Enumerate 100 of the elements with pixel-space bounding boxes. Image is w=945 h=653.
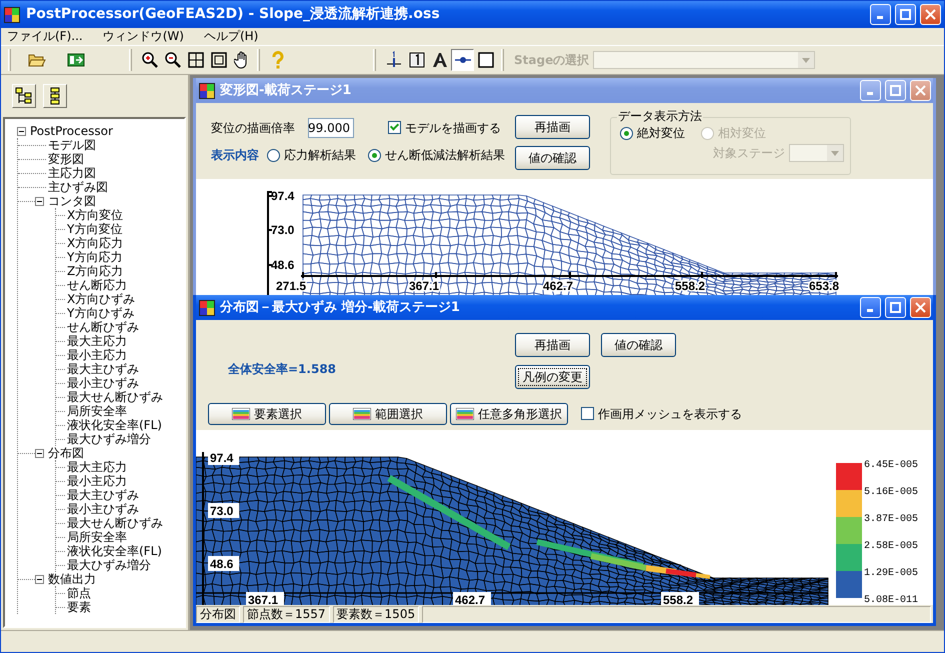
tree-item[interactable]: 最小主応力 xyxy=(65,348,129,362)
close-icon xyxy=(915,302,926,313)
action-button[interactable]: 凡例の変更 xyxy=(515,365,590,389)
tree-item[interactable]: Y方向ひずみ xyxy=(65,306,136,320)
tree-item[interactable]: 要素 xyxy=(65,600,93,614)
caret-icon xyxy=(798,52,814,68)
menu-item[interactable]: ヘルプ(H) xyxy=(204,29,258,44)
stack-icon xyxy=(48,87,62,105)
tree-item[interactable]: コンタ図 xyxy=(46,194,98,208)
tree-item[interactable]: 最小主ひずみ xyxy=(65,502,141,516)
tree-item[interactable]: 最小主ひずみ xyxy=(65,376,141,390)
radio-label: 絶対変位 xyxy=(637,126,685,140)
square-icon xyxy=(476,51,494,69)
zoom-out-icon xyxy=(164,51,182,69)
close-icon xyxy=(915,85,926,96)
tree-item[interactable]: 最大せん断ひずみ xyxy=(65,390,165,404)
close-button[interactable] xyxy=(910,297,931,318)
tree-item[interactable]: 最大主応力 xyxy=(65,334,129,348)
tree-item[interactable]: 主ひずみ図 xyxy=(46,180,110,194)
window-title: 分布図－最大ひずみ 増分-載荷ステージ1 xyxy=(220,300,460,316)
tree-item[interactable]: X方向応力 xyxy=(65,236,126,250)
minimize-button[interactable] xyxy=(860,297,881,318)
status-pane: 分布図 xyxy=(196,606,240,623)
maximize-icon xyxy=(890,302,901,313)
tree-item[interactable]: 最小主応力 xyxy=(65,474,129,488)
tree-item[interactable]: 最大ひずみ増分 xyxy=(65,558,153,572)
axis-label: 97.4 xyxy=(271,189,294,203)
tree-item[interactable]: 分布図 xyxy=(46,446,86,460)
minimize-button[interactable] xyxy=(870,4,891,25)
maximize-button[interactable] xyxy=(885,297,906,318)
line-node-button[interactable] xyxy=(451,49,474,71)
legend-label: 1.29E-005 xyxy=(864,568,918,579)
collapse-toggle[interactable] xyxy=(35,574,44,584)
app-icon xyxy=(4,6,20,22)
tree-item[interactable]: 最大主ひずみ xyxy=(65,488,141,502)
tree-item[interactable]: せん断ひずみ xyxy=(65,320,141,334)
axis-label: 462.7 xyxy=(453,592,491,605)
tree-item[interactable]: 変形図 xyxy=(46,152,86,166)
window-title: 変形図-載荷ステージ1 xyxy=(220,82,352,98)
maximize-icon xyxy=(900,9,911,20)
scale-label: 変位の描画倍率 xyxy=(211,120,296,136)
window-title: PostProcessor(GeoFEAS2D) - Slope_浸透流解析連携.oss xyxy=(26,6,440,23)
hand-icon xyxy=(234,51,250,69)
axis-label: 558.2 xyxy=(661,592,699,605)
tree-item[interactable]: Y方向変位 xyxy=(65,222,124,236)
maximize-icon xyxy=(890,85,901,96)
select-button[interactable]: 要素選択 xyxy=(208,403,326,425)
tree-item[interactable]: 主応力図 xyxy=(46,166,98,180)
close-button[interactable] xyxy=(920,4,941,25)
checkbox[interactable] xyxy=(581,407,594,420)
tree-item[interactable]: 最大せん断ひずみ xyxy=(65,516,165,530)
tree-item[interactable]: 局所安全率 xyxy=(65,404,129,418)
tree-item[interactable]: モデル図 xyxy=(46,138,98,152)
collapse-toggle[interactable] xyxy=(17,126,26,136)
maximize-button[interactable] xyxy=(895,4,916,25)
legend-label: 5.08E-011 xyxy=(864,595,918,605)
tree-item[interactable]: 最大ひずみ増分 xyxy=(65,432,153,446)
select-button[interactable]: 任意多角形選択 xyxy=(450,403,568,425)
node-line-icon xyxy=(384,51,402,69)
tree-item[interactable]: 局所安全率 xyxy=(65,530,129,544)
expand-tree-button[interactable] xyxy=(12,84,36,108)
select-button[interactable]: 範囲選択 xyxy=(329,403,447,425)
radio-label: せん断低減法解析結果 xyxy=(385,148,505,162)
collapse-tree-button[interactable] xyxy=(43,84,67,108)
display-label: 表示内容 xyxy=(211,148,259,162)
window-icon xyxy=(199,300,215,316)
status-pane: 要素数＝1505 xyxy=(332,606,420,623)
window-icon xyxy=(199,82,215,98)
menu-item[interactable]: ファイル(F)... xyxy=(7,29,83,44)
tree-item[interactable]: 節点 xyxy=(65,586,93,600)
action-button[interactable]: 再描画 xyxy=(515,333,590,357)
legend-label: 5.16E-005 xyxy=(864,487,918,498)
tree-item[interactable]: 数値出力 xyxy=(46,572,98,586)
tree-item[interactable]: Z方向応力 xyxy=(65,264,126,278)
tree-item[interactable]: 液状化安全率(FL) xyxy=(65,418,164,432)
tree-item[interactable]: X方向ひずみ xyxy=(65,292,138,306)
radio-label: 応力解析結果 xyxy=(284,148,356,162)
action-button[interactable]: 値の確認 xyxy=(601,333,676,357)
menu-item[interactable]: ウィンドウ(W) xyxy=(102,29,184,44)
radio-label: 相対変位 xyxy=(718,126,766,140)
tree-item[interactable]: X方向変位 xyxy=(65,208,126,222)
collapse-toggle[interactable] xyxy=(35,196,44,206)
legend-label: 6.45E-005 xyxy=(864,460,918,471)
color-bar-icon xyxy=(232,408,250,420)
frame-icon xyxy=(210,52,226,68)
tree-item[interactable]: せん断応力 xyxy=(65,278,129,292)
tree-item[interactable]: PostProcessor xyxy=(28,124,115,138)
caret-icon xyxy=(827,145,843,162)
stage-label: Stageの選択 xyxy=(514,52,590,68)
tree-item[interactable]: Y方向応力 xyxy=(65,250,124,264)
tree-item[interactable]: 液状化安全率(FL) xyxy=(65,544,164,558)
collapse-toggle[interactable] xyxy=(35,448,44,458)
grid-frame-icon xyxy=(188,52,204,68)
axis-label: 367.1 xyxy=(246,592,284,605)
exit-icon xyxy=(66,52,84,68)
line-node-icon xyxy=(454,57,472,63)
checkbox-label: 作画用メッシュを表示する xyxy=(598,406,742,422)
tree-item[interactable]: 最大主ひずみ xyxy=(65,362,141,376)
axis-label: 73.0 xyxy=(208,503,240,518)
tree-item[interactable]: 最大主応力 xyxy=(65,460,129,474)
